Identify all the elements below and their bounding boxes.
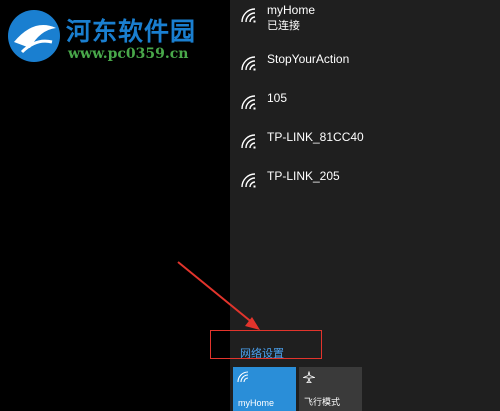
quick-action-airplane-mode-tile[interactable]: 飞行模式 [299,367,362,411]
quick-action-wifi-tile[interactable]: myHome [233,367,296,411]
wifi-signal-icon [241,8,256,23]
watermark-title: 河东软件园 [66,17,197,46]
wifi-signal-icon [241,134,256,149]
network-item-105[interactable]: 105 [230,85,500,125]
network-name: TP-LINK_205 [267,169,340,183]
watermark: 河东软件园 www.pc0359.cn [6,8,216,68]
network-name: TP-LINK_81CC40 [267,130,364,144]
network-item-tp-link-205[interactable]: TP-LINK_205 [230,163,500,203]
wifi-signal-icon [241,95,256,110]
watermark-url: www.pc0359.cn [68,46,189,62]
network-name: 105 [267,91,288,105]
network-name: myHome [267,3,316,17]
wifi-signal-icon [241,173,256,188]
tile-label: myHome [238,398,275,408]
network-item-tp-link-81cc40[interactable]: TP-LINK_81CC40 [230,124,500,164]
network-status: 已连接 [267,20,300,32]
wifi-signal-icon [241,56,256,71]
network-item-myhome[interactable]: myHome 已连接 [230,0,500,40]
site-logo-icon [8,10,60,62]
network-item-stopyouraction[interactable]: StopYourAction [230,46,500,86]
airplane-icon [303,371,315,383]
wifi-icon [237,371,249,383]
network-name: StopYourAction [267,52,350,66]
highlight-box [210,330,322,359]
tile-label: 飞行模式 [304,397,341,407]
